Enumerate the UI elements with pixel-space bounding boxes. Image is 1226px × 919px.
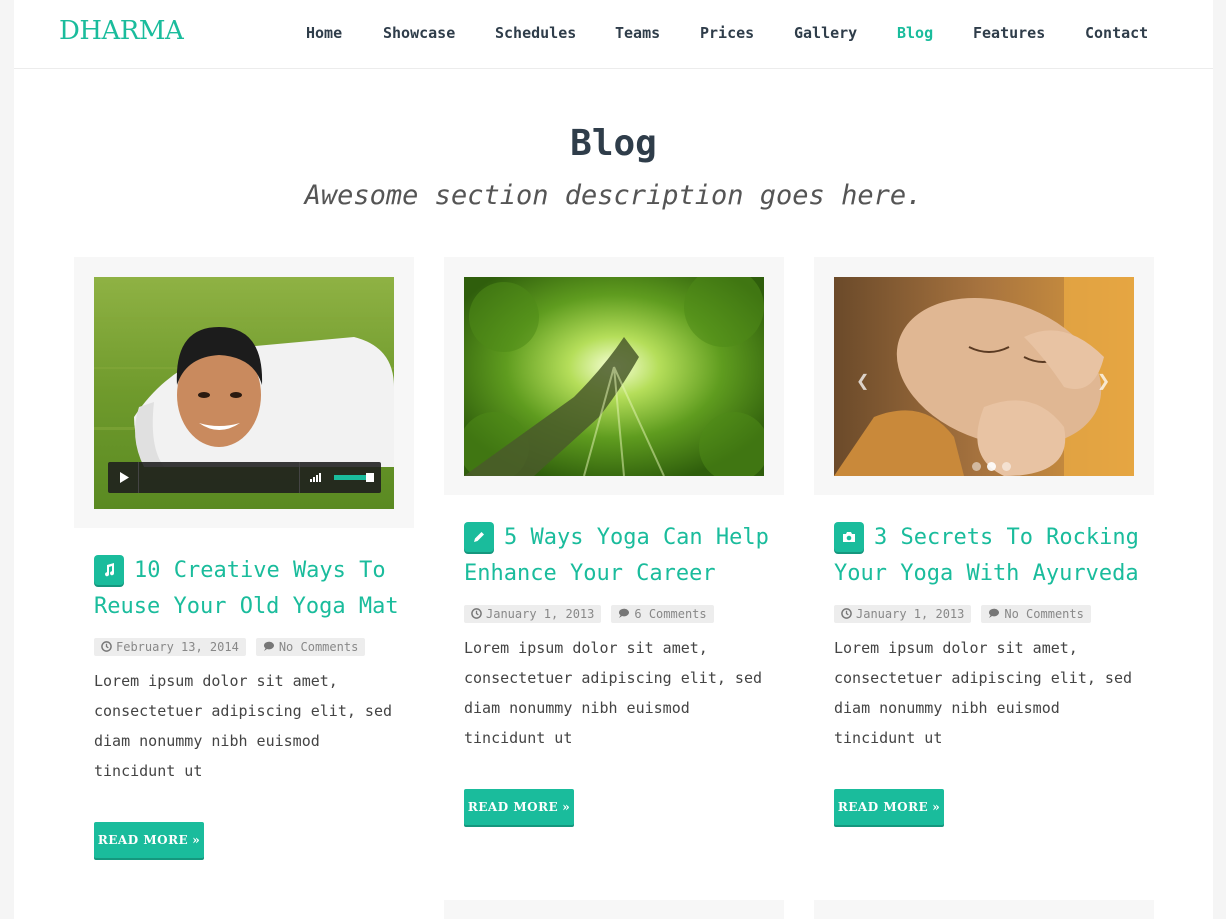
post-comments[interactable]: No Comments [255, 638, 366, 656]
nav-prices[interactable]: Prices [700, 24, 754, 42]
post-1-title-line2[interactable]: Reuse Your Old Yoga Mat [94, 594, 399, 619]
nav-gallery[interactable]: Gallery [794, 24, 857, 42]
excerpt-line: diam nonummy nibh euismod [464, 699, 690, 717]
carousel-dot[interactable] [1002, 462, 1011, 471]
section-description: Awesome section description goes here. [304, 180, 923, 211]
post-1-excerpt: Lorem ipsum dolor sit amet, consectetuer… [94, 666, 404, 786]
page: DHARMA Home Showcase Schedules Teams Pri… [14, 0, 1213, 919]
nav-contact[interactable]: Contact [1085, 24, 1148, 42]
post-3-title[interactable]: 3 Secrets To Rocking Your Yoga With Ayur… [834, 520, 1154, 592]
chevron-right-icon: » [562, 800, 571, 814]
read-more-label: READ MORE [837, 800, 929, 814]
clock-icon [841, 608, 852, 619]
carousel-dot[interactable] [987, 462, 996, 471]
clock-icon [101, 641, 112, 652]
post-2-title[interactable]: 5 Ways Yoga Can Help Enhance Your Career [464, 520, 784, 592]
excerpt-line: tincidunt ut [94, 762, 203, 780]
chevron-right-icon: » [192, 833, 201, 847]
carousel-dot[interactable] [972, 462, 981, 471]
post-1-image[interactable] [94, 277, 394, 509]
clock-icon [471, 608, 482, 619]
carousel-next-button[interactable]: ❯ [1097, 369, 1110, 394]
excerpt-line: Lorem ipsum dolor sit amet, [464, 639, 708, 657]
post-2-read-more-button[interactable]: READ MORE» [464, 789, 574, 825]
post-1-date: February 13, 2014 [116, 640, 239, 654]
nav-home[interactable]: Home [306, 24, 342, 42]
comment-icon [989, 608, 1000, 618]
post-2-date: January 1, 2013 [486, 607, 595, 621]
excerpt-line: diam nonummy nibh euismod [94, 732, 320, 750]
excerpt-line: tincidunt ut [464, 729, 573, 747]
volume-knob[interactable] [366, 473, 374, 482]
next-post-media-frame [814, 900, 1154, 919]
post-2-meta: January 1, 2013 6 Comments [464, 605, 724, 625]
massage-photo [834, 277, 1134, 476]
post-comments[interactable]: No Comments [981, 605, 1091, 623]
excerpt-line: consectetuer adipiscing elit, sed [94, 702, 393, 720]
nav-schedules[interactable]: Schedules [495, 24, 576, 42]
post-2-media-frame [444, 257, 784, 495]
post-date: January 1, 2013 [834, 605, 972, 623]
camera-icon [834, 522, 864, 552]
post-2-image[interactable] [464, 277, 764, 476]
nav-showcase[interactable]: Showcase [383, 24, 455, 42]
post-3-read-more-button[interactable]: READ MORE» [834, 789, 944, 825]
top-navbar: DHARMA Home Showcase Schedules Teams Pri… [14, 0, 1213, 69]
nav-features[interactable]: Features [973, 24, 1045, 42]
post-date: January 1, 2013 [464, 605, 602, 623]
volume-icon [310, 473, 321, 482]
comment-icon [263, 641, 274, 651]
play-button[interactable] [108, 462, 139, 493]
post-2-excerpt: Lorem ipsum dolor sit amet, consectetuer… [464, 633, 774, 753]
nav-teams[interactable]: Teams [615, 24, 660, 42]
post-1-title-line1[interactable]: 10 Creative Ways To [134, 558, 386, 583]
post-3-meta: January 1, 2013 No Comments [834, 605, 1101, 625]
carousel-prev-button[interactable]: ❮ [856, 369, 869, 394]
post-3-excerpt: Lorem ipsum dolor sit amet, consectetuer… [834, 633, 1144, 753]
excerpt-line: Lorem ipsum dolor sit amet, [834, 639, 1078, 657]
chevron-right-icon: » [932, 800, 941, 814]
carousel-indicators [972, 456, 1017, 475]
read-more-label: READ MORE [467, 800, 559, 814]
next-post-media-frame [444, 900, 784, 919]
music-icon [94, 555, 124, 585]
post-1-comments[interactable]: No Comments [279, 640, 358, 654]
post-1-title[interactable]: 10 Creative Ways To Reuse Your Old Yoga … [94, 553, 414, 625]
post-comments[interactable]: 6 Comments [611, 605, 714, 623]
excerpt-line: tincidunt ut [834, 729, 943, 747]
comment-icon [619, 608, 630, 618]
excerpt-line: consectetuer adipiscing elit, sed [834, 669, 1133, 687]
volume-button[interactable] [299, 462, 329, 493]
post-date: February 13, 2014 [94, 638, 246, 656]
play-icon [120, 472, 129, 483]
nav-blog[interactable]: Blog [897, 24, 933, 42]
post-2-comments[interactable]: 6 Comments [634, 607, 706, 621]
post-1-media-frame [74, 257, 414, 528]
post-1-read-more-button[interactable]: READ MORE» [94, 822, 204, 858]
forest-photo [464, 277, 764, 476]
post-3-date: January 1, 2013 [856, 607, 965, 621]
audio-player [108, 462, 381, 493]
post-3-title-line1[interactable]: 3 Secrets To Rocking [874, 525, 1139, 550]
excerpt-line: Lorem ipsum dolor sit amet, [94, 672, 338, 690]
pencil-icon [464, 522, 494, 552]
post-2-title-line1[interactable]: 5 Ways Yoga Can Help [504, 525, 769, 550]
read-more-label: READ MORE [97, 833, 189, 847]
brand-logo[interactable]: DHARMA [59, 16, 184, 46]
post-3-media-frame: ❮ ❯ [814, 257, 1154, 495]
section-title: Blog [570, 123, 657, 164]
excerpt-line: diam nonummy nibh euismod [834, 699, 1060, 717]
post-3-title-line2[interactable]: Your Yoga With Ayurveda [834, 561, 1139, 586]
excerpt-line: consectetuer adipiscing elit, sed [464, 669, 763, 687]
post-2-title-line2[interactable]: Enhance Your Career [464, 561, 716, 586]
post-1-meta: February 13, 2014 No Comments [94, 638, 375, 658]
post-3-gallery-carousel[interactable]: ❮ ❯ [834, 277, 1134, 476]
post-3-comments[interactable]: No Comments [1004, 607, 1083, 621]
